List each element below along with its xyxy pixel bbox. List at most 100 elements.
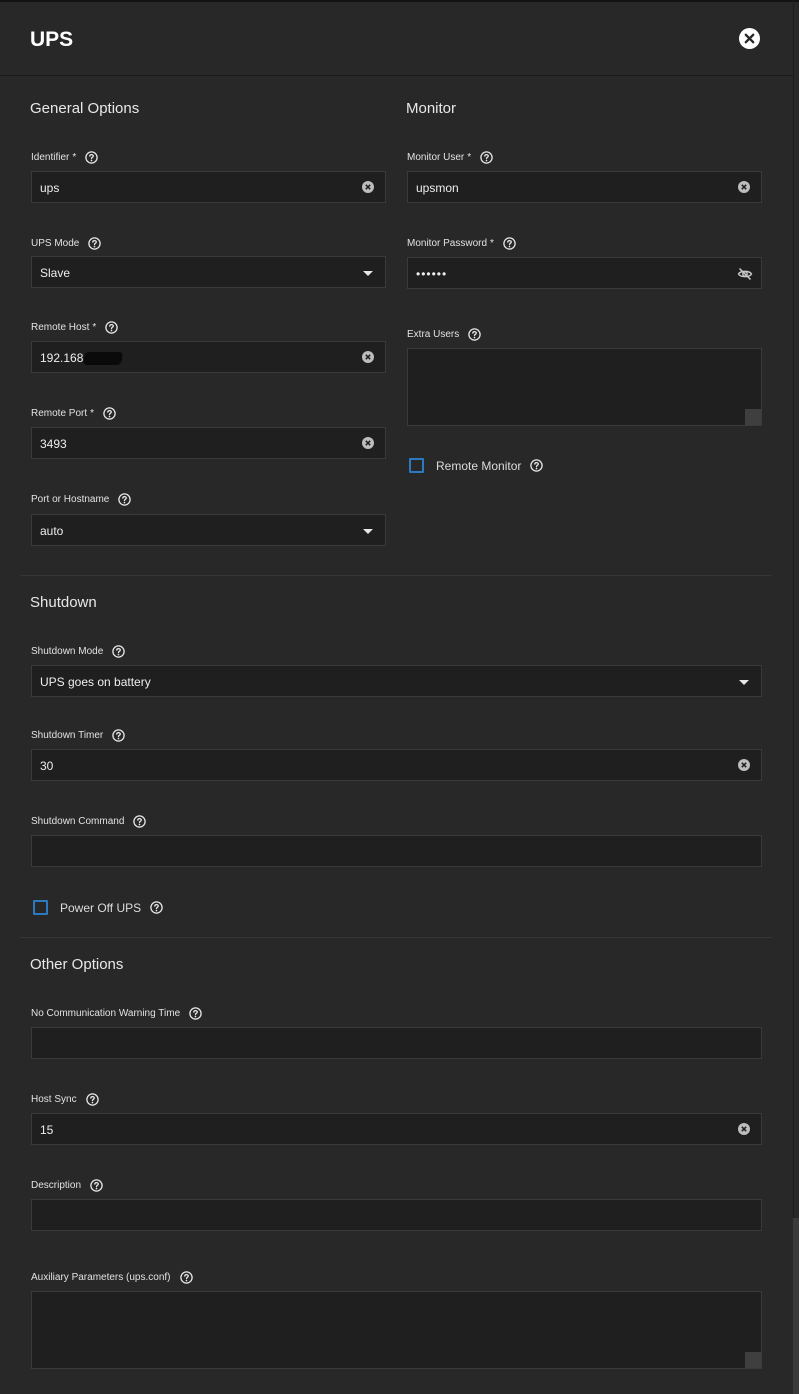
remote-monitor-checkbox[interactable]	[409, 458, 424, 473]
host-sync-input[interactable]: 15	[31, 1113, 762, 1145]
required-marker: *	[90, 408, 95, 419]
scrollbar-track[interactable]	[793, 0, 794, 1394]
redaction-mark	[83, 352, 124, 366]
shutdown-command-label: Shutdown Command	[31, 815, 147, 828]
shutdown-command-label-text: Shutdown Command	[31, 816, 125, 827]
identifier-label: Identifier *	[31, 151, 99, 164]
help-icon[interactable]	[118, 493, 132, 506]
resize-handle[interactable]	[745, 409, 761, 425]
monitor-user-label: Monitor User *	[407, 151, 493, 164]
ups-mode-label: UPS Mode	[31, 237, 102, 250]
description-input[interactable]	[31, 1199, 762, 1231]
monitor-user-value: upsmon	[416, 181, 459, 195]
power-off-ups-label: Power Off UPS	[60, 900, 142, 915]
remote-monitor-label: Remote Monitor	[436, 458, 522, 473]
help-icon[interactable]	[189, 1007, 202, 1020]
required-marker: *	[467, 152, 472, 163]
required-marker: *	[72, 152, 77, 163]
aux-params-label-text: Auxiliary Parameters (ups.conf)	[31, 1272, 171, 1283]
chevron-down-icon	[739, 680, 749, 685]
power-off-ups-checkbox[interactable]	[33, 900, 48, 915]
port-or-hostname-label-text: Port or Hostname	[31, 494, 110, 505]
description-label-text: Description	[31, 1180, 82, 1191]
description-label: Description	[31, 1179, 103, 1192]
aux-params-textarea[interactable]	[31, 1291, 762, 1369]
help-icon[interactable]	[480, 151, 493, 164]
shutdown-mode-label-text: Shutdown Mode	[31, 646, 104, 657]
remote-host-value: 192.168	[40, 351, 84, 365]
help-icon[interactable]	[179, 1271, 193, 1284]
help-icon[interactable]	[530, 459, 544, 472]
help-icon[interactable]	[468, 328, 481, 341]
remote-port-value: 3493	[40, 437, 67, 451]
monitor-password-label: Monitor Password *	[407, 237, 516, 250]
scrollbar-thumb[interactable]	[793, 1218, 799, 1394]
clear-icon[interactable]	[738, 759, 750, 771]
remote-port-label: Remote Port *	[31, 407, 116, 420]
remote-monitor-row: Remote Monitor	[409, 458, 544, 473]
ups-mode-value: Slave	[40, 266, 71, 280]
help-icon[interactable]	[103, 407, 116, 420]
clear-icon[interactable]	[362, 181, 374, 193]
port-or-hostname-value: auto	[40, 524, 64, 538]
port-or-hostname-select[interactable]: auto	[31, 514, 386, 546]
shutdown-command-input[interactable]	[31, 835, 762, 867]
no-comm-warning-input[interactable]	[31, 1027, 762, 1059]
eye-off-icon[interactable]	[737, 266, 753, 282]
help-icon[interactable]	[90, 1179, 103, 1192]
remote-host-label: Remote Host *	[31, 321, 119, 334]
monitor-title: Monitor	[406, 100, 457, 117]
shutdown-title: Shutdown	[30, 594, 97, 611]
monitor-user-label-text: Monitor User	[407, 152, 465, 163]
section-divider	[20, 937, 772, 938]
no-comm-warning-label-text: No Communication Warning Time	[31, 1008, 181, 1019]
close-icon[interactable]	[739, 28, 760, 49]
clear-icon[interactable]	[362, 437, 374, 449]
monitor-password-input[interactable]: ••••••	[407, 257, 762, 289]
remote-host-input[interactable]: 192.168	[31, 341, 386, 373]
extra-users-label: Extra Users	[407, 328, 481, 341]
help-icon[interactable]	[88, 237, 102, 250]
help-icon[interactable]	[133, 815, 147, 828]
resize-handle[interactable]	[745, 1352, 761, 1368]
ups-mode-select[interactable]: Slave	[31, 256, 386, 288]
clear-icon[interactable]	[362, 351, 374, 363]
shutdown-mode-select[interactable]: UPS goes on battery	[31, 665, 762, 697]
aux-params-label: Auxiliary Parameters (ups.conf)	[31, 1271, 193, 1284]
identifier-input[interactable]: ups	[31, 171, 386, 203]
shutdown-timer-input[interactable]: 30	[31, 749, 762, 781]
shutdown-mode-value: UPS goes on battery	[40, 675, 151, 689]
help-icon[interactable]	[105, 321, 119, 334]
section-divider	[20, 575, 772, 576]
ups-mode-label-text: UPS Mode	[31, 238, 80, 249]
help-icon[interactable]	[112, 729, 126, 742]
required-marker: *	[92, 322, 97, 333]
chevron-down-icon	[363, 529, 373, 534]
monitor-user-input[interactable]: upsmon	[407, 171, 762, 203]
clear-icon[interactable]	[738, 181, 750, 193]
clear-icon[interactable]	[738, 1123, 750, 1135]
extra-users-label-text: Extra Users	[407, 329, 460, 340]
host-sync-value: 15	[40, 1123, 54, 1137]
dialog-title: UPS	[30, 28, 74, 51]
remote-host-label-text: Remote Host	[31, 322, 90, 333]
power-off-ups-row: Power Off UPS	[33, 900, 163, 915]
remote-port-label-text: Remote Port	[31, 408, 88, 419]
identifier-label-text: Identifier	[31, 152, 70, 163]
help-icon[interactable]	[150, 901, 163, 914]
extra-users-textarea[interactable]	[407, 348, 762, 426]
help-icon[interactable]	[503, 237, 516, 250]
chevron-down-icon	[363, 271, 373, 276]
remote-port-input[interactable]: 3493	[31, 427, 386, 459]
required-marker: *	[490, 238, 494, 249]
help-icon[interactable]	[85, 151, 99, 164]
remote-host-value-wrap: 192.168	[40, 351, 124, 366]
monitor-password-label-text: Monitor Password	[407, 238, 488, 249]
host-sync-label: Host Sync	[31, 1093, 99, 1106]
other-options-title: Other Options	[30, 956, 124, 973]
no-comm-warning-label: No Communication Warning Time	[31, 1007, 202, 1020]
help-icon[interactable]	[112, 645, 126, 658]
help-icon[interactable]	[85, 1093, 99, 1106]
general-options-title: General Options	[30, 100, 140, 117]
identifier-value: ups	[40, 181, 60, 195]
